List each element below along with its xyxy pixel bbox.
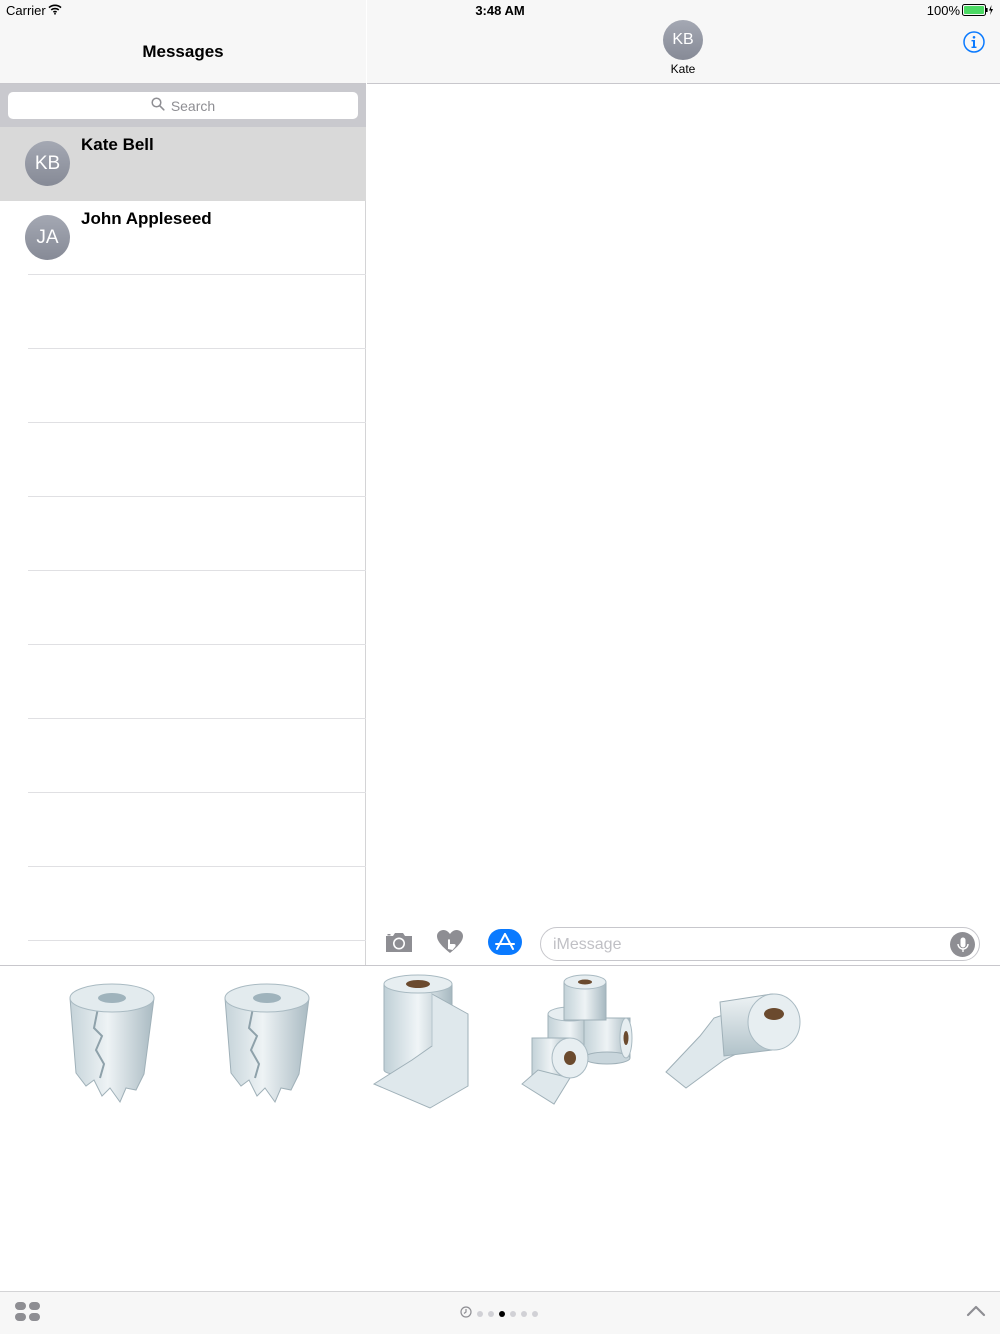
empty-list-row	[0, 275, 366, 349]
conversation-row-john-appleseed[interactable]: JA John Appleseed	[0, 201, 366, 275]
empty-list-row	[0, 793, 366, 867]
avatar: JA	[25, 215, 70, 260]
message-composer: iMessage	[367, 918, 1000, 965]
status-time: 3:48 AM	[475, 3, 525, 18]
battery-percent: 100%	[926, 3, 960, 18]
row-divider	[28, 940, 366, 941]
search-icon	[151, 97, 165, 114]
conversation-name: Kate Bell	[81, 135, 154, 154]
imessage-input[interactable]: iMessage	[540, 927, 980, 961]
status-bar: Carrier 3:48 AM 100%	[0, 0, 1000, 20]
digital-touch-heart-icon[interactable]	[436, 929, 464, 960]
empty-list-row	[0, 423, 366, 497]
info-icon[interactable]	[963, 31, 985, 58]
recents-clock-icon[interactable]	[460, 1305, 472, 1323]
contact-name[interactable]: Kate	[633, 62, 733, 76]
conversation-list-pane: Messages Search KB Kate Bell JA John App…	[0, 0, 366, 965]
empty-list-row	[0, 645, 366, 719]
search-area: Search	[0, 84, 366, 127]
sticker-drawer	[0, 965, 1000, 1291]
app-store-icon[interactable]	[488, 929, 522, 960]
page-dot[interactable]	[531, 1311, 538, 1317]
search-placeholder: Search	[170, 97, 216, 114]
contact-avatar[interactable]: KB	[663, 20, 703, 60]
toilet-paper-roll-lying-sticker[interactable]	[664, 990, 804, 1099]
conversation-row-kate-bell[interactable]: KB Kate Bell	[0, 127, 366, 201]
microphone-icon[interactable]	[950, 932, 975, 957]
chevron-up-icon[interactable]	[966, 1304, 986, 1323]
toilet-paper-roll-unrolling-sticker[interactable]	[372, 974, 472, 1115]
toilet-paper-roll-torn-sticker[interactable]	[219, 978, 315, 1111]
page-dot-active[interactable]	[498, 1311, 505, 1317]
empty-list-row	[0, 719, 366, 793]
toilet-paper-roll-stack-sticker[interactable]	[518, 974, 636, 1115]
empty-list-row	[0, 571, 366, 645]
page-dot[interactable]	[509, 1311, 516, 1317]
page-indicator[interactable]	[460, 1305, 540, 1323]
empty-list-row	[0, 497, 366, 571]
page-dot[interactable]	[487, 1311, 494, 1317]
avatar: KB	[25, 141, 70, 186]
page-dot[interactable]	[520, 1311, 527, 1317]
search-input[interactable]: Search	[8, 92, 358, 119]
empty-list-row	[0, 867, 366, 941]
ipad-screen: Messages Search KB Kate Bell JA John App…	[0, 0, 1000, 1334]
messages-title: Messages	[142, 42, 224, 61]
conversation-list: KB Kate Bell JA John Appleseed	[0, 127, 366, 941]
empty-list-row	[0, 349, 366, 423]
app-drawer-icon[interactable]	[15, 1301, 41, 1328]
imessage-placeholder: iMessage	[553, 936, 622, 953]
camera-icon[interactable]	[384, 931, 414, 958]
page-dot[interactable]	[476, 1311, 483, 1317]
app-drawer-bar	[0, 1291, 1000, 1334]
conversation-name: John Appleseed	[81, 209, 212, 228]
toilet-paper-roll-torn-sticker[interactable]	[64, 978, 160, 1111]
battery-charging-icon	[962, 4, 994, 19]
